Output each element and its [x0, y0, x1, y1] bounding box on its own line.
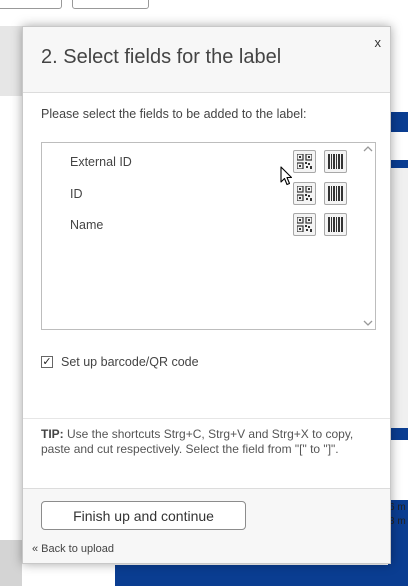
qr-code-button[interactable]: [293, 150, 316, 173]
background-panel: [0, 26, 22, 96]
barcode-button[interactable]: [324, 182, 347, 205]
field-row-id[interactable]: ID: [42, 181, 362, 209]
barcode-icon: [328, 186, 343, 201]
back-to-upload-link[interactable]: « Back to upload: [32, 543, 114, 555]
scrollbar[interactable]: [360, 143, 375, 329]
tip-text: TIP: Use the shortcuts Strg+C, Strg+V an…: [41, 427, 361, 457]
dialog-footer: Finish up and continue « Back to upload: [23, 488, 390, 563]
qr-code-icon: [297, 186, 312, 201]
chevron-up-icon[interactable]: [363, 145, 373, 153]
background-panel: [391, 168, 408, 428]
finish-button[interactable]: Finish up and continue: [41, 501, 246, 530]
barcode-button[interactable]: [324, 150, 347, 173]
tip-body: Use the shortcuts Strg+C, Strg+V and Str…: [41, 427, 354, 456]
tip-section: TIP: Use the shortcuts Strg+C, Strg+V an…: [23, 418, 390, 488]
close-button[interactable]: x: [375, 36, 382, 49]
instruction-text: Please select the fields to be added to …: [41, 107, 307, 121]
field-row-name[interactable]: Name: [42, 212, 362, 240]
background-button: [72, 0, 149, 9]
background-panel: [391, 440, 408, 500]
background-blue-band: [115, 565, 408, 586]
barcode-setup-checkbox[interactable]: ✓: [41, 356, 53, 368]
qr-code-icon: [297, 217, 312, 232]
field-label: ID: [70, 187, 83, 201]
barcode-icon: [328, 154, 343, 169]
background-button: [0, 0, 62, 9]
barcode-button[interactable]: [324, 213, 347, 236]
barcode-setup-label[interactable]: Set up barcode/QR code: [61, 355, 199, 369]
barcode-icon: [328, 217, 343, 232]
background-text: 3 m: [389, 516, 406, 527]
tip-prefix: TIP:: [41, 427, 64, 441]
qr-code-button[interactable]: [293, 213, 316, 236]
background-panel: [0, 540, 22, 586]
dialog-title: 2. Select fields for the label: [41, 46, 282, 68]
field-row-external-id[interactable]: External ID: [42, 149, 362, 177]
field-list[interactable]: External ID ID Name: [41, 142, 376, 330]
mouse-pointer-icon: [280, 166, 293, 186]
chevron-down-icon[interactable]: [363, 319, 373, 327]
dialog-header: 2. Select fields for the label x: [23, 27, 390, 93]
background-text: 6 m: [389, 502, 406, 513]
background-blue-band: [388, 112, 408, 132]
qr-code-button[interactable]: [293, 182, 316, 205]
field-label: External ID: [70, 155, 132, 169]
select-fields-dialog: 2. Select fields for the label x Please …: [22, 26, 391, 564]
field-label: Name: [70, 218, 104, 232]
qr-code-icon: [297, 154, 312, 169]
